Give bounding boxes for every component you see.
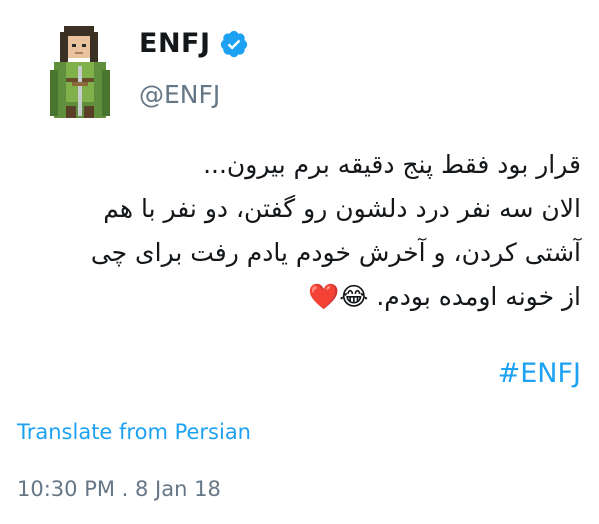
tweet-text: قرار بود فقط پنج دقیقه برم بیرون... الان…	[16, 143, 581, 319]
hashtag-link[interactable]: ENFJ#	[498, 358, 581, 389]
tweet-text-line: آشتی کردن، و آخرش خودم یادم رفت برای چی	[90, 238, 581, 267]
tweet-text-line: از خونه اومده بودم. 😂❤️	[308, 282, 581, 311]
author-display-name[interactable]: ENFJ	[139, 28, 211, 59]
verified-badge-icon	[219, 29, 249, 59]
tweet-text-line: قرار بود فقط پنج دقیقه برم بیرون...	[203, 150, 581, 179]
tweet-text-line: الان سه نفر درد دلشون رو گفتن، دو نفر با…	[103, 194, 581, 223]
author-handle[interactable]: @ENFJ	[139, 80, 220, 109]
author-name-row: ENFJ	[139, 28, 249, 59]
translate-link[interactable]: Translate from Persian	[17, 420, 251, 444]
avatar[interactable]	[42, 22, 118, 122]
tweet-timestamp[interactable]: 10:30 PM . 8 Jan 18	[17, 477, 221, 501]
pixel-elf-avatar-image	[50, 26, 110, 118]
